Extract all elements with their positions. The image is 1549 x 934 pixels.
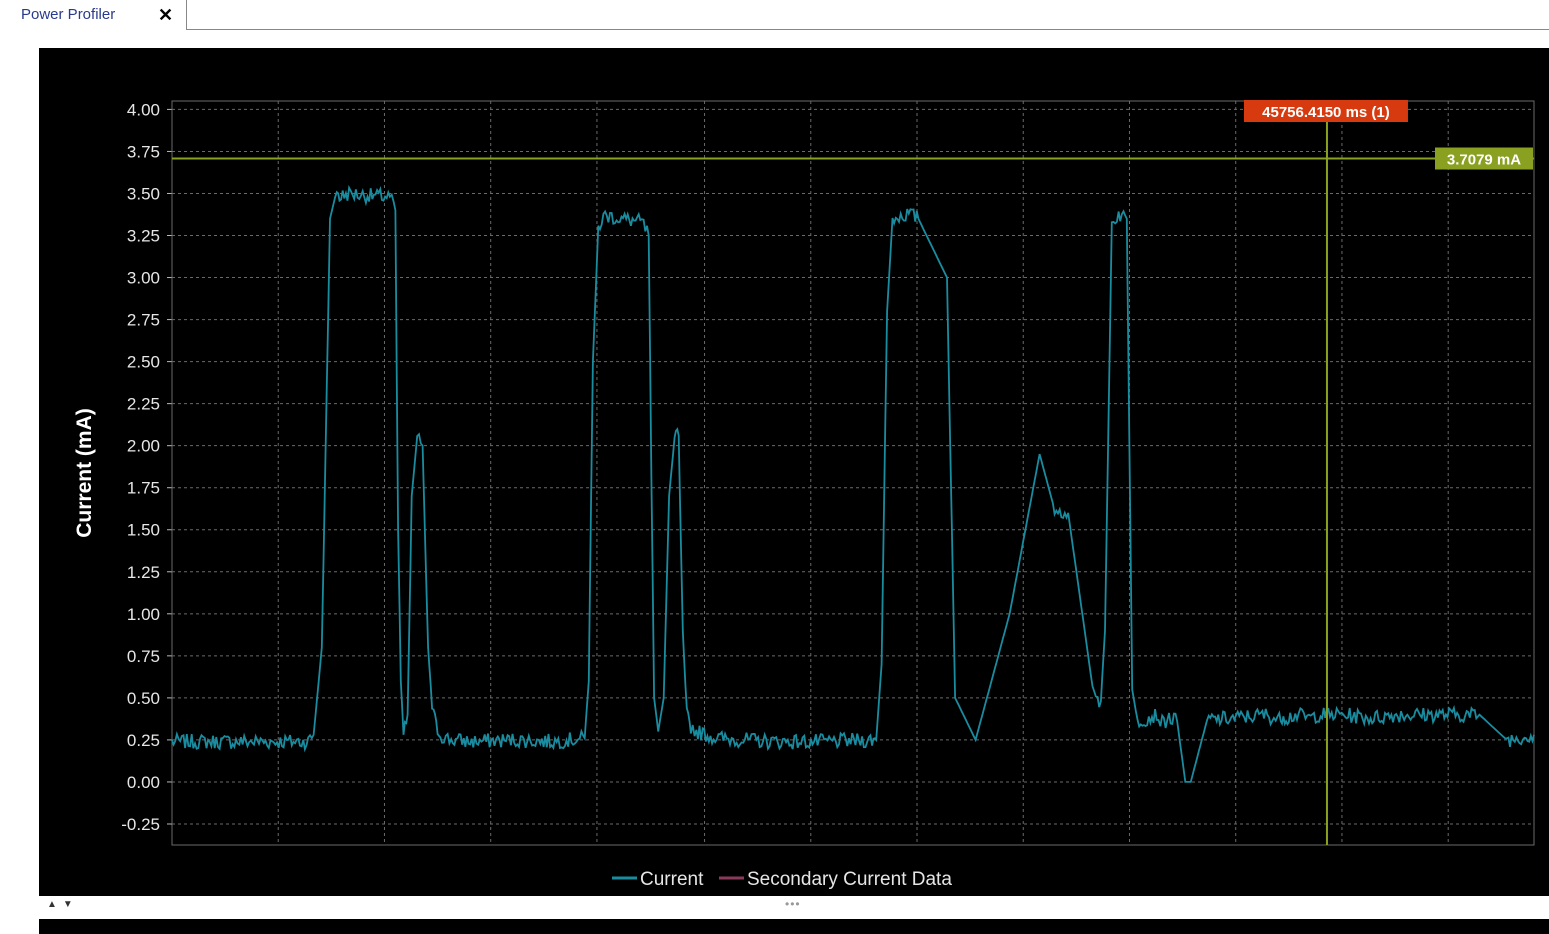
horizontal-cursor-label: 3.7079 mA — [1447, 152, 1521, 169]
y-tick-label: 3.50 — [127, 184, 160, 203]
y-tick-label: 0.50 — [127, 689, 160, 708]
y-tick-label: 2.75 — [127, 311, 160, 330]
y-tick-label: 2.25 — [127, 395, 160, 414]
bottom-panel — [39, 919, 1549, 934]
y-tick-label: 1.25 — [127, 563, 160, 582]
y-tick-label: 2.50 — [127, 353, 160, 372]
y-tick-label: 3.75 — [127, 142, 160, 161]
close-icon[interactable]: ✕ — [158, 5, 173, 25]
y-tick-label: 1.75 — [127, 479, 160, 498]
tab-bar: Power Profiler ✕ — [0, 0, 1549, 31]
y-tick-label: 2.00 — [127, 437, 160, 456]
panel-splitter[interactable]: ▲▼ ••• — [39, 896, 1549, 919]
y-tick-label: 1.50 — [127, 521, 160, 540]
y-tick-label: 0.25 — [127, 731, 160, 750]
vertical-cursor-label: 45756.4150 ms (1) — [1262, 104, 1390, 121]
current-chart[interactable]: 4.00 3.75 3.50 3.25 3.00 2.75 2.50 2.25 2.00 1.75… — [39, 48, 1549, 896]
chart-panel[interactable]: 4.00 3.75 3.50 3.25 3.00 2.75 2.50 2.25 2.00 1.75… — [39, 48, 1549, 896]
y-tick-label: 0.75 — [127, 647, 160, 666]
y-tick-label: 0.00 — [127, 773, 160, 792]
tab-label: Power Profiler — [21, 6, 116, 23]
splitter-grip-icon[interactable]: ••• — [785, 897, 801, 911]
y-tick-label: 1.00 — [127, 605, 160, 624]
collapse-arrows-icon[interactable]: ▲▼ — [47, 899, 79, 910]
y-tick-label: 4.00 — [127, 100, 160, 119]
legend-label-current: Current — [640, 869, 704, 890]
legend-label-secondary: Secondary Current Data — [747, 869, 952, 890]
y-axis-label: Current (mA) — [73, 408, 96, 538]
tab-power-profiler[interactable]: Power Profiler ✕ — [0, 0, 187, 30]
tab-divider — [186, 29, 1549, 30]
y-tick-label: -0.25 — [121, 815, 160, 834]
y-tick-label: 3.00 — [127, 269, 160, 288]
y-tick-label: 3.25 — [127, 227, 160, 246]
